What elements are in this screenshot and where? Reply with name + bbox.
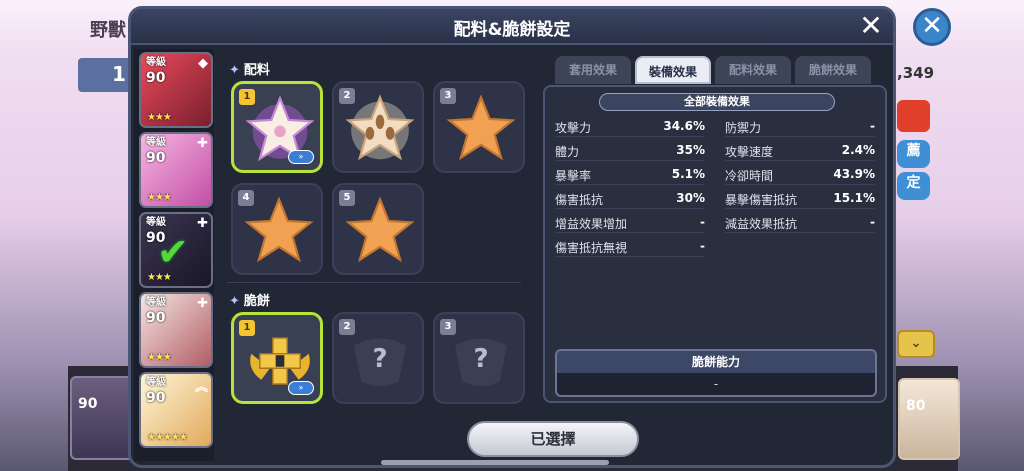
tart-ability-box: 脆餅能力 - [555, 349, 877, 397]
level-value: 90 [146, 310, 166, 326]
effect-row: 減益效果抵抗 - [725, 211, 875, 233]
dropdown-toggle[interactable]: ⌄ [897, 330, 935, 358]
scrollbar[interactable] [381, 460, 609, 465]
empty-topping-icon [345, 196, 415, 263]
plus-icon: ✚ [197, 296, 208, 311]
set-button[interactable]: 定 [897, 172, 930, 200]
effects-panel: 全部裝備效果 攻擊力 34.6% 體力 35% 暴擊率 5.1% 傷害抵抗 30% 增益… [543, 85, 887, 403]
tab-tart-effects[interactable]: 脆餅效果 [795, 56, 871, 84]
slot-number: 2 [339, 88, 355, 104]
star-rating: ★★★ [147, 112, 172, 123]
level-label: 等級 [146, 137, 166, 148]
tab-equipped-effects[interactable]: 裝備效果 [635, 56, 711, 84]
level-label: 等級 [146, 217, 166, 228]
toppings-header: ✦ 配料 [229, 63, 270, 78]
tab-applied-effects[interactable]: 套用效果 [555, 56, 631, 84]
plus-icon: ✚ [197, 136, 208, 151]
unknown-icon: ? [372, 344, 388, 374]
tab-topping-effects[interactable]: 配料效果 [715, 56, 791, 84]
character-card-4[interactable]: 等級 90 ✚ ★★★ [139, 292, 213, 368]
tart-ability-value: - [713, 377, 719, 391]
level-value: 90 [146, 70, 166, 86]
tart-ability-header: 脆餅能力 [557, 351, 875, 373]
effect-row: 體力 35% [555, 139, 705, 161]
close-icon[interactable]: ✕ [855, 11, 887, 43]
tart-slot-2[interactable]: ? 2 [332, 312, 424, 404]
section-divider [227, 282, 521, 283]
empty-topping-icon [446, 94, 516, 161]
slot-number: 5 [339, 190, 355, 206]
topping-slot-5[interactable]: 5 [332, 183, 424, 275]
topping-slot-4[interactable]: 4 [231, 183, 323, 275]
dialog-title-bar: 配料&脆餅設定 ✕ [131, 9, 893, 45]
tart-slot-1[interactable]: 1 » [231, 312, 323, 404]
tarts-header: ✦ 脆餅 [229, 294, 270, 309]
star-rating: ★★★ [147, 272, 172, 283]
level-value: 90 [146, 150, 166, 166]
background-close-button[interactable]: ✕ [913, 8, 951, 46]
background-card-right[interactable]: 80 [898, 378, 960, 460]
topping-slot-1[interactable]: 1 » [231, 81, 323, 173]
star-rating: ★★★ [147, 192, 172, 203]
chevron-up-icon: ︽ [194, 380, 208, 395]
topping-tart-dialog: 配料&脆餅設定 ✕ 等級 90 ◆ ★★★ 等級 90 ✚ ★★★ 等級 90 … [128, 6, 896, 468]
background-title: 野獸 [90, 20, 126, 41]
effect-row: 冷卻時間 43.9% [725, 163, 875, 185]
effect-row: 傷害抵抗 30% [555, 187, 705, 209]
slot-number: 3 [440, 88, 456, 104]
effect-row: 暴擊率 5.1% [555, 163, 705, 185]
upgrade-icon[interactable]: » [288, 150, 314, 164]
effect-row: 增益效果增加 - [555, 211, 705, 233]
slot-number: 4 [238, 190, 254, 206]
selected-button[interactable]: 已選擇 [467, 421, 639, 457]
upgrade-icon[interactable]: » [288, 381, 314, 395]
unknown-icon: ? [473, 344, 489, 374]
character-card-3[interactable]: 等級 90 ✚ ✔ ★★★ [139, 212, 213, 288]
dialog-title: 配料&脆餅設定 [453, 20, 571, 40]
slot-number: 1 [239, 320, 255, 336]
recommend-button[interactable]: 薦 [897, 140, 930, 168]
star-rating: ★★★ [147, 352, 172, 363]
effects-header: 全部裝備效果 [599, 93, 835, 111]
sparkle-icon: ✦ [229, 294, 240, 309]
star-rating: ★★★★★ [147, 432, 188, 443]
level-label: 等級 [146, 297, 166, 308]
slot-number: 2 [339, 319, 355, 335]
level-label: 等級 [146, 377, 166, 388]
effect-row: 攻擊力 34.6% [555, 115, 705, 137]
sparkle-icon: ✦ [229, 63, 240, 78]
resource-count: ,349 [897, 64, 935, 82]
effect-row: 傷害抵抗無視 - [555, 235, 705, 257]
topping-nut-icon [345, 94, 415, 161]
character-card-5[interactable]: 等級 90 ︽ ★★★★★ [139, 372, 213, 448]
background-red-button[interactable] [897, 100, 930, 132]
topping-slot-3[interactable]: 3 [433, 81, 525, 173]
level-value: 90 [146, 390, 166, 406]
shield-icon: ◆ [198, 56, 208, 71]
tart-slot-3[interactable]: ? 3 [433, 312, 525, 404]
slot-number: 3 [440, 319, 456, 335]
background-card-left[interactable]: 90 [70, 376, 136, 460]
character-card-2[interactable]: 等級 90 ✚ ★★★ [139, 132, 213, 208]
effect-row: 暴擊傷害抵抗 15.1% [725, 187, 875, 209]
plus-icon: ✚ [197, 216, 208, 231]
character-list: 等級 90 ◆ ★★★ 等級 90 ✚ ★★★ 等級 90 ✚ ✔ ★★★ 等級… [134, 49, 214, 461]
equipped-check-icon: ✔ [157, 230, 189, 274]
effect-row: 攻擊速度 2.4% [725, 139, 875, 161]
character-card-1[interactable]: 等級 90 ◆ ★★★ [139, 52, 213, 128]
slot-number: 1 [239, 89, 255, 105]
empty-topping-icon [244, 196, 314, 263]
effect-row: 防禦力 - [725, 115, 875, 137]
topping-slot-2[interactable]: 2 [332, 81, 424, 173]
level-label: 等級 [146, 57, 166, 68]
